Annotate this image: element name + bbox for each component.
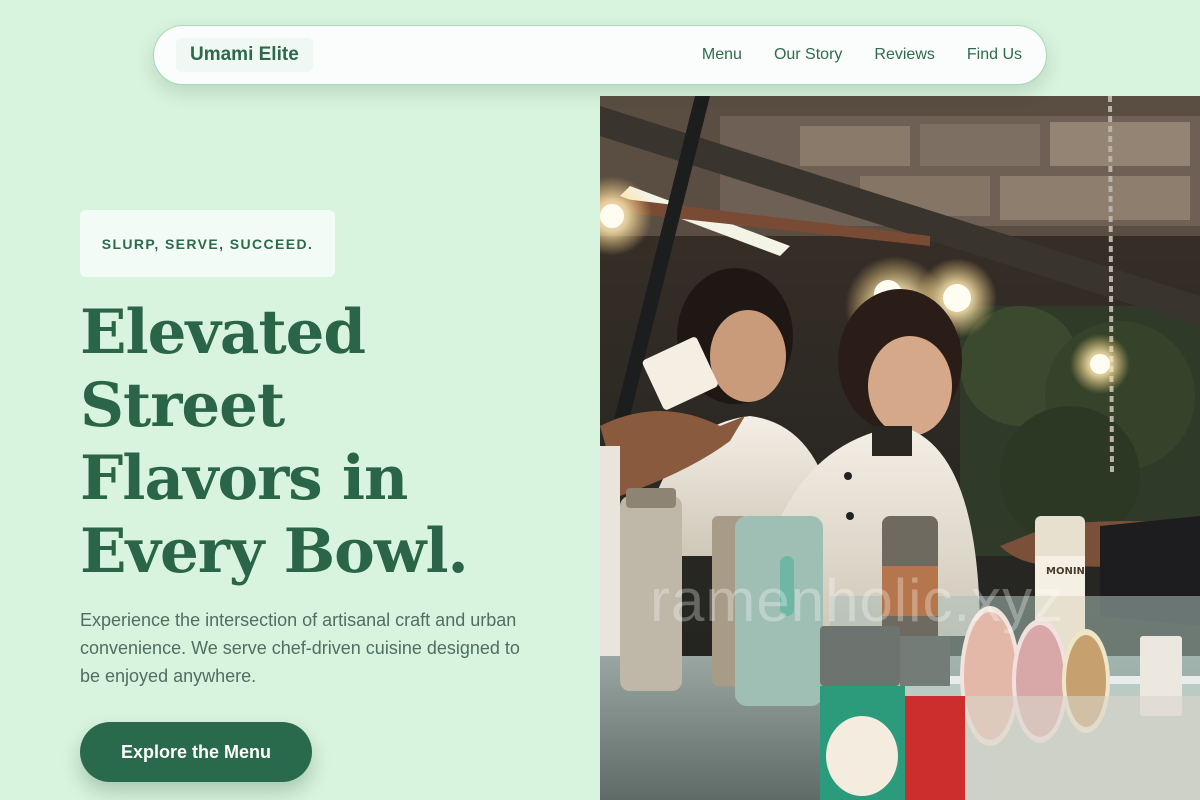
explore-menu-button[interactable]: Explore the Menu xyxy=(80,722,312,782)
nav-link-reviews[interactable]: Reviews xyxy=(874,46,934,64)
hero-photo: MONIN ramenholic.xyz xyxy=(600,96,1200,800)
tagline-badge: SLURP, SERVE, SUCCEED. xyxy=(80,210,335,277)
page: Umami Elite Menu Our Story Reviews Find … xyxy=(0,0,1200,800)
nav-link-find-us[interactable]: Find Us xyxy=(967,46,1022,64)
headline-line-1: Elevated xyxy=(80,297,366,368)
food-stall-illustration: MONIN xyxy=(600,96,1200,800)
headline-line-4: Every Bowl. xyxy=(80,516,469,587)
photo-watermark: ramenholic.xyz xyxy=(650,567,1065,634)
top-navbar: Umami Elite Menu Our Story Reviews Find … xyxy=(153,25,1047,85)
headline-line-2: Street xyxy=(80,370,285,441)
nav-link-our-story[interactable]: Our Story xyxy=(774,46,842,64)
hero-description: Experience the intersection of artisanal… xyxy=(80,610,520,686)
nav-links: Menu Our Story Reviews Find Us xyxy=(702,46,1022,64)
brand-logo[interactable]: Umami Elite xyxy=(176,38,313,72)
hero-headline: Elevated Street Flavors in Every Bowl. xyxy=(80,296,560,588)
headline-line-3: Flavors in xyxy=(80,443,408,514)
nav-link-menu[interactable]: Menu xyxy=(702,46,742,64)
